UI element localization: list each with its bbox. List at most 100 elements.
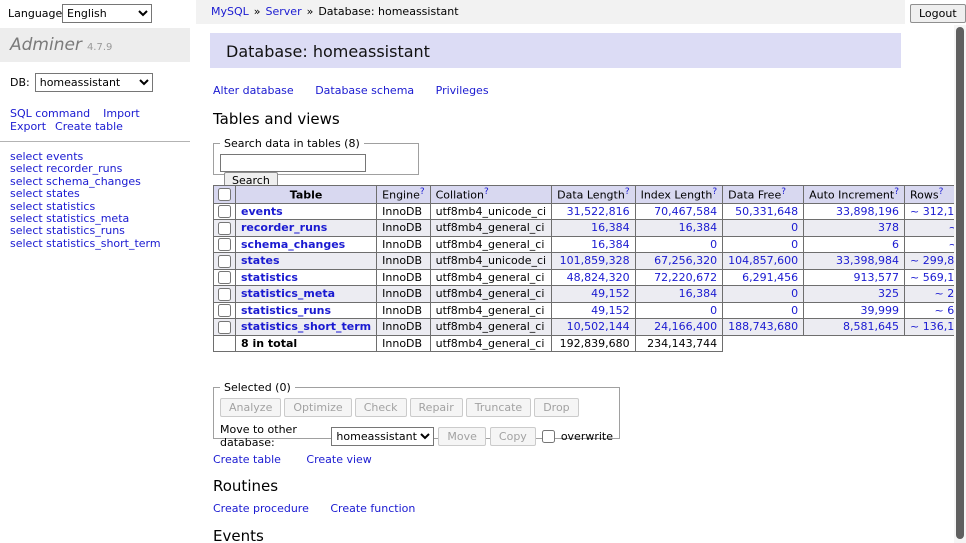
index-length-link[interactable]: 0 [710,304,717,317]
data-free-link[interactable]: 0 [791,304,798,317]
row-checkbox[interactable] [218,205,231,218]
data-free-link[interactable]: 0 [791,221,798,234]
row-checkbox[interactable] [218,321,231,334]
search-input[interactable] [220,154,366,172]
row-checkbox[interactable] [218,288,231,301]
column-help-link[interactable]: ? [894,187,899,197]
selected-action-button[interactable]: Check [355,398,407,417]
tables-list: Table Engine? Collation? Data Length? In… [213,185,966,352]
auto-increment-link[interactable]: 325 [878,287,899,300]
auto-increment-link[interactable]: 33,398,984 [836,254,899,267]
sidebar-select-table-link[interactable]: select statistics_short_term [10,238,161,250]
auto-increment-link[interactable]: 33,898,196 [836,205,899,218]
data-length-cell: 16,384 [552,220,635,237]
selected-action-button[interactable]: Repair [410,398,463,417]
breadcrumb-mysql-link[interactable]: MySQL [211,5,249,18]
auto-increment-link[interactable]: 378 [878,221,899,234]
data-free-link[interactable]: 0 [791,238,798,251]
select-all-checkbox[interactable] [218,188,231,201]
selected-action-button[interactable]: Drop [534,398,578,417]
index-length-link[interactable]: 72,220,672 [654,271,717,284]
selected-action-button[interactable]: Optimize [284,398,351,417]
move-button[interactable]: Move [438,427,486,446]
breadcrumb-server-link[interactable]: Server [266,5,302,18]
index-length-cell: 0 [635,236,723,253]
data-free-link[interactable]: 104,857,600 [728,254,798,267]
auto-increment-link[interactable]: 39,999 [861,304,900,317]
data-length-link[interactable]: 49,152 [591,287,630,300]
engine-cell: InnoDB [377,319,430,336]
table-name-link[interactable]: recorder_runs [241,221,327,234]
index-length-link[interactable]: 67,256,320 [654,254,717,267]
routine-create-link[interactable]: Create function [330,502,415,515]
table-name-link[interactable]: states [241,254,280,267]
database-action-link[interactable]: Alter database [213,84,294,97]
data-free-link[interactable]: 0 [791,287,798,300]
collation-cell: utf8mb4_general_ci [430,236,551,253]
column-help-link[interactable]: ? [712,187,717,197]
create-link[interactable]: Create view [306,453,371,466]
row-checkbox[interactable] [218,304,231,317]
data-length-link[interactable]: 31,522,816 [567,205,630,218]
index-length-link[interactable]: 0 [710,238,717,251]
data-free-link[interactable]: 50,331,648 [735,205,798,218]
move-row: Move to other database: homeassistant Mo… [220,423,613,449]
page-scrollbar[interactable] [954,25,966,543]
collation-cell: utf8mb4_general_ci [430,269,551,286]
data-length-link[interactable]: 49,152 [591,304,630,317]
sql-command-link[interactable]: SQL command [10,107,90,120]
create-link[interactable]: Create table [213,453,281,466]
logout-button[interactable]: Logout [910,4,966,23]
total-row: 8 in total InnoDB utf8mb4_general_ci 192… [214,335,966,351]
create-table-sidebar-link[interactable]: Create table [55,120,123,133]
table-name-link[interactable]: statistics_runs [241,304,331,317]
data-length-link[interactable]: 48,824,320 [567,271,630,284]
data-length-link[interactable]: 16,384 [591,221,630,234]
table-name-link[interactable]: statistics_meta [241,287,335,300]
adminer-logo[interactable]: Adminer [10,35,82,55]
table-name-link[interactable]: statistics_short_term [241,320,371,333]
index-length-link[interactable]: 70,467,584 [654,205,717,218]
auto-increment-link[interactable]: 913,577 [854,271,900,284]
row-checkbox[interactable] [218,222,231,235]
export-link[interactable]: Export [10,120,46,133]
data-length-link[interactable]: 16,384 [591,238,630,251]
index-length-link[interactable]: 16,384 [679,221,718,234]
table-name-link[interactable]: schema_changes [241,238,345,251]
overwrite-checkbox[interactable] [542,430,555,443]
row-checkbox[interactable] [218,238,231,251]
column-help-link[interactable]: ? [484,187,489,197]
index-length-link[interactable]: 24,166,400 [654,320,717,333]
row-checkbox[interactable] [218,271,231,284]
selected-action-button[interactable]: Analyze [220,398,281,417]
move-database-select[interactable]: homeassistant [331,427,434,446]
data-free-link[interactable]: 188,743,680 [728,320,798,333]
routine-create-link[interactable]: Create procedure [213,502,309,515]
auto-increment-link[interactable]: 6 [892,238,899,251]
data-length-link[interactable]: 101,859,328 [560,254,630,267]
sidebar-select-table-link[interactable]: select statistics_runs [10,225,161,237]
data-length-cell: 101,859,328 [552,253,635,270]
language-select[interactable]: English [62,4,152,23]
data-free-link[interactable]: 6,291,456 [742,271,798,284]
column-help-link[interactable]: ? [420,187,425,197]
scrollbar-thumb[interactable] [956,27,964,539]
page-title: Database: homeassistant [210,33,901,61]
sidebar-select-table-link[interactable]: select recorder_runs [10,163,161,175]
auto-increment-link[interactable]: 8,581,645 [843,320,899,333]
column-help-link[interactable]: ? [939,187,944,197]
table-name-link[interactable]: statistics [241,271,298,284]
db-select[interactable]: homeassistant [35,73,153,92]
database-action-link[interactable]: Database schema [315,84,414,97]
import-link[interactable]: Import [103,107,140,120]
data-length-link[interactable]: 10,502,144 [567,320,630,333]
column-help-link[interactable]: ? [625,187,630,197]
table-name-link[interactable]: events [241,205,283,218]
sidebar-select-table-link[interactable]: select states [10,188,161,200]
selected-action-button[interactable]: Truncate [466,398,531,417]
column-help-link[interactable]: ? [781,187,786,197]
index-length-link[interactable]: 16,384 [679,287,718,300]
row-checkbox[interactable] [218,255,231,268]
database-action-link[interactable]: Privileges [436,84,489,97]
copy-button[interactable]: Copy [490,427,536,446]
